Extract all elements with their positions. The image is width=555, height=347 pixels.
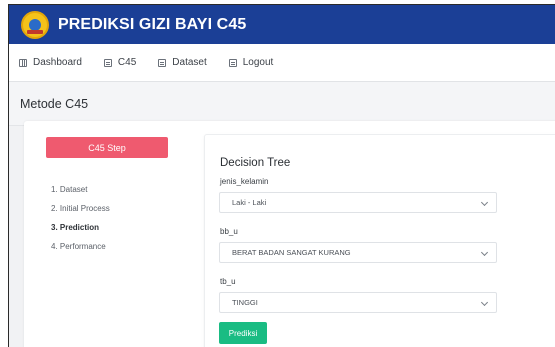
step-item-performance[interactable]: 4. Performance xyxy=(51,241,110,260)
step-item-prediction[interactable]: 3. Prediction xyxy=(51,222,110,241)
tb-u-select[interactable]: TINGGI xyxy=(219,292,497,313)
nav-item-label: Dataset xyxy=(172,57,207,68)
jenis-kelamin-select[interactable]: Laki - Laki xyxy=(219,192,497,213)
bb-u-select[interactable]: BERAT BADAN SANGAT KURANG xyxy=(219,242,497,263)
field-label-jenis-kelamin: jenis_kelamin xyxy=(220,177,269,186)
select-value: BERAT BADAN SANGAT KURANG xyxy=(232,248,351,257)
content-card: C45 Step 1. Dataset 2. Initial Process 3… xyxy=(24,121,555,347)
browser-viewport: PREDIKSI GIZI BAYI C45 Dashboard C45 Dat… xyxy=(8,4,555,347)
step-item-initial-process[interactable]: 2. Initial Process xyxy=(51,203,110,222)
nav-item-c45[interactable]: C45 xyxy=(103,57,137,68)
prediction-panel: Decision Tree jenis_kelamin Laki - Laki … xyxy=(204,134,555,347)
nav-item-dashboard[interactable]: Dashboard xyxy=(19,57,82,68)
field-label-bb-u: bb_u xyxy=(220,227,238,236)
page-title: Metode C45 xyxy=(20,96,89,111)
document-icon xyxy=(228,58,237,67)
select-value: TINGGI xyxy=(232,298,258,307)
step-item-dataset[interactable]: 1. Dataset xyxy=(51,184,110,203)
field-label-tb-u: tb_u xyxy=(220,277,236,286)
chevron-down-icon xyxy=(480,248,489,257)
c45-step-button[interactable]: C45 Step xyxy=(46,137,168,158)
document-icon xyxy=(103,58,112,67)
main-nav: Dashboard C45 Dataset Logout xyxy=(9,44,555,82)
nav-item-label: Dashboard xyxy=(33,57,82,68)
panel-title: Decision Tree xyxy=(220,157,291,169)
grid-icon xyxy=(19,58,27,67)
nav-item-label: Logout xyxy=(242,57,274,68)
step-list: 1. Dataset 2. Initial Process 3. Predict… xyxy=(51,184,110,260)
app-title: PREDIKSI GIZI BAYI C45 xyxy=(58,15,247,33)
predict-button[interactable]: Prediksi xyxy=(219,322,267,344)
nav-item-logout[interactable]: Logout xyxy=(228,57,274,68)
chevron-down-icon xyxy=(480,198,489,207)
top-bar: PREDIKSI GIZI BAYI C45 xyxy=(9,5,555,44)
select-value: Laki - Laki xyxy=(232,198,267,207)
document-icon xyxy=(158,58,167,67)
page-header: Metode C45 xyxy=(9,82,555,126)
nav-item-label: C45 xyxy=(117,57,137,68)
logo-icon xyxy=(21,10,49,39)
nav-item-dataset[interactable]: Dataset xyxy=(158,57,207,68)
chevron-down-icon xyxy=(480,298,489,307)
